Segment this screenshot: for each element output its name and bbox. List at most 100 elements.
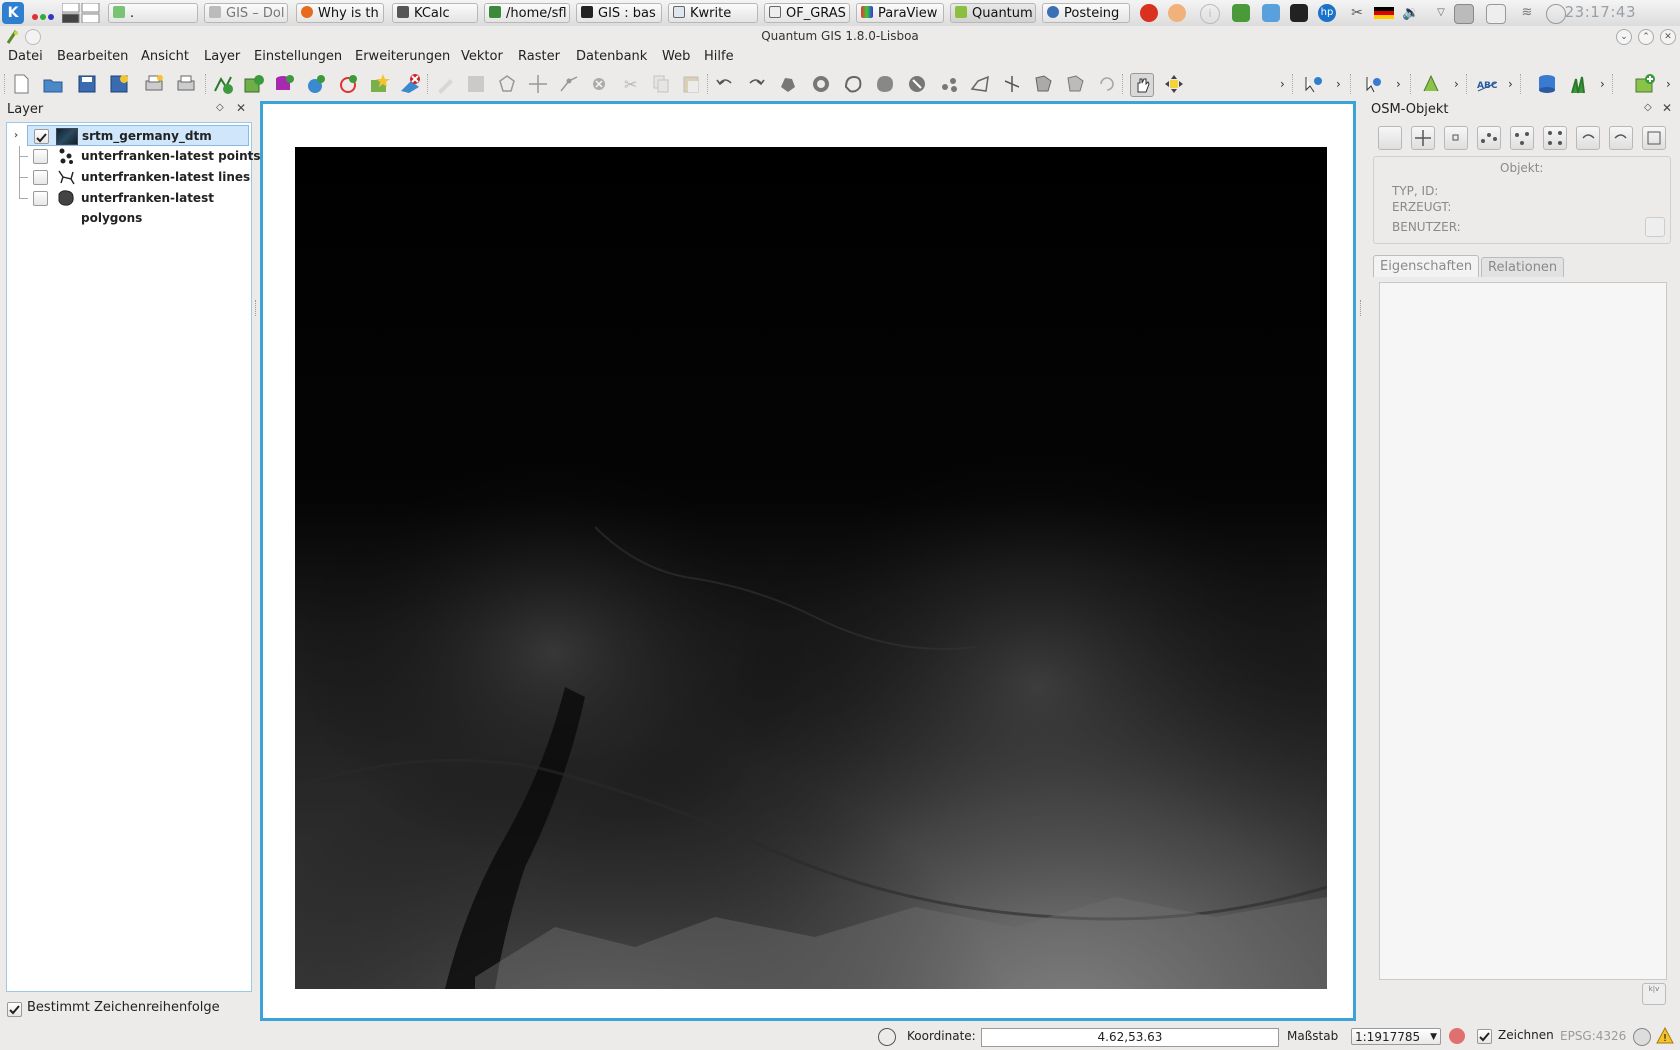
menu-layer[interactable]: Layer: [204, 49, 240, 64]
tab-relationen[interactable]: Relationen: [1481, 257, 1565, 277]
add-postgis-layer-icon[interactable]: [273, 73, 295, 95]
new-shapefile-icon[interactable]: [368, 73, 390, 95]
delete-part-icon[interactable]: [938, 73, 960, 95]
render-order-checkbox[interactable]: [7, 1002, 22, 1017]
menu-web[interactable]: Web: [662, 49, 690, 64]
paste-features-icon[interactable]: [680, 73, 702, 95]
osm-redo-icon[interactable]: [1609, 126, 1633, 150]
add-feature-icon[interactable]: [496, 73, 518, 95]
layer-visibility-checkbox[interactable]: [34, 129, 49, 144]
menu-bearbeiten[interactable]: Bearbeiten: [57, 49, 128, 64]
scale-combobox[interactable]: 1:1917785 ▼: [1351, 1028, 1441, 1045]
toolbar-overflow-7-icon[interactable]: ›: [1664, 73, 1674, 95]
menu-raster[interactable]: Raster: [518, 49, 560, 64]
maximize-button[interactable]: ⌃: [1638, 29, 1654, 45]
toolbar-overflow-3-icon[interactable]: ›: [1394, 73, 1404, 95]
task-button[interactable]: OF_GRAS: [764, 3, 850, 23]
copy-features-icon[interactable]: [650, 73, 672, 95]
add-ring-icon[interactable]: [810, 73, 832, 95]
add-wms-layer-icon[interactable]: [305, 73, 327, 95]
close-panel-icon[interactable]: ✕: [1662, 101, 1672, 115]
toolbar-overflow-4-icon[interactable]: ›: [1452, 73, 1462, 95]
pan-to-selection-icon[interactable]: [1163, 73, 1185, 95]
task-button[interactable]: Quantum: [950, 3, 1036, 23]
save-edits-icon[interactable]: [465, 73, 487, 95]
delete-ring-icon[interactable]: [906, 73, 928, 95]
menu-hilfe[interactable]: Hilfe: [704, 49, 734, 64]
info-icon[interactable]: i: [1200, 4, 1220, 24]
georeferencer-icon[interactable]: [1420, 73, 1442, 95]
splitter-handle[interactable]: [255, 300, 259, 316]
save-project-icon[interactable]: [76, 73, 98, 95]
task-button[interactable]: GIS – Dol: [204, 3, 288, 23]
kde-menu-icon[interactable]: K: [2, 2, 24, 24]
osm-plugin-icon[interactable]: [1634, 73, 1656, 95]
tomato-icon[interactable]: [1140, 4, 1158, 22]
identify-features-icon[interactable]: [1302, 73, 1324, 95]
messages-warning-icon[interactable]: !: [1656, 1026, 1674, 1049]
task-button[interactable]: GIS : bas: [576, 3, 662, 23]
scissors-icon[interactable]: ✂: [1348, 4, 1366, 22]
expand-arrow-icon[interactable]: ›: [14, 126, 18, 146]
osm-undo-icon[interactable]: [1576, 126, 1600, 150]
clock[interactable]: 23:17:43: [1565, 3, 1636, 21]
toggle-editing-icon[interactable]: [434, 73, 456, 95]
volume-icon[interactable]: 🔉: [1402, 4, 1420, 22]
fill-ring-icon[interactable]: [874, 73, 896, 95]
toolbar-overflow-6-icon[interactable]: ›: [1598, 73, 1608, 95]
close-panel-icon[interactable]: ✕: [236, 101, 246, 115]
menu-erweiterungen[interactable]: Erweiterungen: [355, 49, 450, 64]
menu-ansicht[interactable]: Ansicht: [141, 49, 189, 64]
grass-tools-icon[interactable]: [1568, 73, 1590, 95]
menu-vektor[interactable]: Vektor: [461, 49, 503, 64]
menu-datei[interactable]: Datei: [8, 49, 43, 64]
crs-globe-icon[interactable]: [1633, 1028, 1651, 1046]
task-button[interactable]: .: [108, 3, 198, 23]
layer-item[interactable]: › srtm_germany_dtm: [14, 125, 249, 146]
add-vector-layer-icon[interactable]: [212, 73, 234, 95]
add-part-icon[interactable]: [842, 73, 864, 95]
osm-create-relation-icon[interactable]: [1543, 126, 1567, 150]
layer-item[interactable]: unterfranken-latest lines: [19, 157, 271, 187]
task-button[interactable]: Kwrite: [668, 3, 758, 23]
remove-layer-icon[interactable]: [399, 73, 421, 95]
delete-selected-icon[interactable]: [588, 73, 610, 95]
clipboard-icon[interactable]: [1486, 4, 1506, 24]
add-wfs-layer-icon[interactable]: [337, 73, 359, 95]
wifi-icon[interactable]: ≋: [1518, 4, 1536, 22]
cut-features-icon[interactable]: ✂: [620, 73, 642, 95]
osm-create-point-icon[interactable]: [1444, 126, 1468, 150]
activity-icon[interactable]: [32, 10, 54, 20]
toolbar-handle[interactable]: [4, 74, 7, 94]
merge-features-icon[interactable]: [1032, 73, 1054, 95]
pan-map-icon[interactable]: [1130, 73, 1154, 97]
german-flag-icon[interactable]: [1374, 7, 1394, 19]
tab-eigenschaften[interactable]: Eigenschaften: [1373, 255, 1480, 277]
osm-move-icon[interactable]: [1411, 126, 1435, 150]
toolbar-handle[interactable]: [1466, 74, 1469, 94]
hdd-icon[interactable]: [1454, 4, 1474, 24]
splitter-handle[interactable]: [1360, 300, 1364, 316]
add-raster-layer-icon[interactable]: [243, 73, 265, 95]
properties-table[interactable]: [1379, 282, 1667, 980]
float-panel-icon[interactable]: ◇: [216, 102, 224, 113]
toolbar-overflow-5-icon[interactable]: ›: [1506, 73, 1516, 95]
simplify-feature-icon[interactable]: [777, 73, 799, 95]
key-value-icon[interactable]: k|v: [1642, 983, 1666, 1005]
move-feature-icon[interactable]: [527, 73, 549, 95]
layer-item[interactable]: unterfranken-latest polygons: [19, 178, 271, 225]
network-app-icon[interactable]: [1232, 4, 1250, 22]
layer-visibility-checkbox[interactable]: [33, 191, 48, 206]
toolbar-handle[interactable]: [1410, 74, 1413, 94]
layer-visibility-checkbox[interactable]: [33, 149, 48, 164]
task-button[interactable]: Why is th: [296, 3, 384, 23]
toolbar-handle[interactable]: [1350, 74, 1353, 94]
help-pointer-icon[interactable]: [1362, 73, 1384, 95]
label-tool-icon[interactable]: ABC: [1476, 73, 1498, 95]
layer-item[interactable]: unterfranken-latest points: [19, 146, 271, 166]
osm-identify-icon[interactable]: [1378, 126, 1402, 150]
save-as-icon[interactable]: [108, 73, 130, 95]
task-button[interactable]: KCalc: [392, 3, 478, 23]
minimize-button[interactable]: ⌄: [1616, 29, 1632, 45]
remove-object-icon[interactable]: [1645, 217, 1665, 237]
